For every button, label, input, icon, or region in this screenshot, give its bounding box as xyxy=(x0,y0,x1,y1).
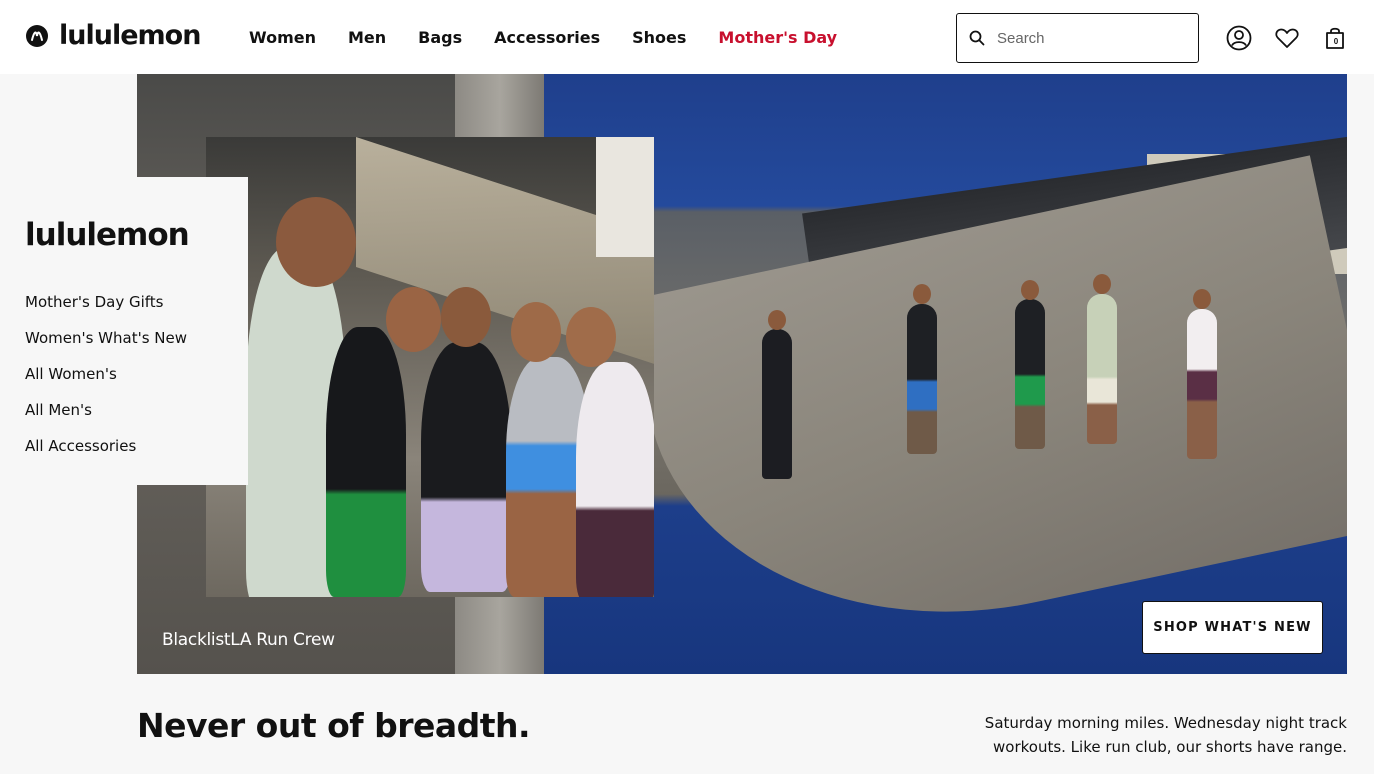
nav-item-accessories[interactable]: Accessories xyxy=(494,28,600,47)
person-face xyxy=(276,197,356,287)
side-menu-card: lululemon Mother's Day Gifts Women's Wha… xyxy=(0,177,248,485)
runner-head xyxy=(1093,274,1111,294)
runner-head xyxy=(1021,280,1039,300)
shop-whats-new-button[interactable]: SHOP WHAT'S NEW xyxy=(1142,601,1323,654)
nav-item-bags[interactable]: Bags xyxy=(418,28,462,47)
side-link-all-accessories[interactable]: All Accessories xyxy=(25,428,187,464)
runner-figure xyxy=(1187,309,1217,459)
person-face xyxy=(441,287,491,347)
nav-item-men[interactable]: Men xyxy=(348,28,386,47)
brand-name: lululemon xyxy=(59,20,201,51)
search-box[interactable] xyxy=(956,13,1199,63)
runner-figure xyxy=(1015,299,1045,449)
person-face xyxy=(386,287,441,352)
main-nav: Women Men Bags Accessories Shoes Mother'… xyxy=(249,28,869,47)
runner-figure xyxy=(907,304,937,454)
side-link-womens-whats-new[interactable]: Women's What's New xyxy=(25,320,187,356)
account-icon[interactable] xyxy=(1226,25,1252,51)
person-face xyxy=(566,307,616,367)
site-header: lululemon Women Men Bags Accessories Sho… xyxy=(0,0,1374,74)
group-photo-inset xyxy=(206,137,654,597)
side-link-all-mens[interactable]: All Men's xyxy=(25,392,187,428)
inset-sky xyxy=(596,137,654,257)
person-figure xyxy=(326,327,406,597)
nav-item-mothers-day[interactable]: Mother's Day xyxy=(718,28,837,47)
runner-head xyxy=(913,284,931,304)
runner-figure xyxy=(1087,294,1117,444)
side-menu-title: lululemon xyxy=(25,217,190,253)
runner-head xyxy=(1193,289,1211,309)
nav-item-shoes[interactable]: Shoes xyxy=(632,28,686,47)
bag-count: 0 xyxy=(1333,37,1339,46)
nav-item-women[interactable]: Women xyxy=(249,28,316,47)
person-face xyxy=(511,302,561,362)
search-icon xyxy=(969,30,985,46)
person-figure xyxy=(421,342,511,592)
promo-headline: Never out of breadth. xyxy=(137,706,531,745)
side-link-all-womens[interactable]: All Women's xyxy=(25,356,187,392)
runner-figure xyxy=(762,329,792,479)
lululemon-logo-icon xyxy=(26,24,48,47)
heart-icon[interactable] xyxy=(1274,25,1300,51)
hero-caption: BlacklistLA Run Crew xyxy=(162,630,335,650)
side-menu-links: Mother's Day Gifts Women's What's New Al… xyxy=(25,284,187,464)
runner-head xyxy=(768,310,786,330)
hero-banner[interactable]: BlacklistLA Run Crew SHOP WHAT'S NEW xyxy=(137,74,1347,674)
side-link-mothers-day-gifts[interactable]: Mother's Day Gifts xyxy=(25,284,187,320)
shopping-bag-button[interactable]: 0 xyxy=(1323,25,1349,51)
promo-subcopy: Saturday morning miles. Wednesday night … xyxy=(984,714,1347,756)
search-input[interactable] xyxy=(997,29,1187,47)
person-figure xyxy=(576,362,654,597)
brand-logo[interactable]: lululemon xyxy=(25,20,201,51)
